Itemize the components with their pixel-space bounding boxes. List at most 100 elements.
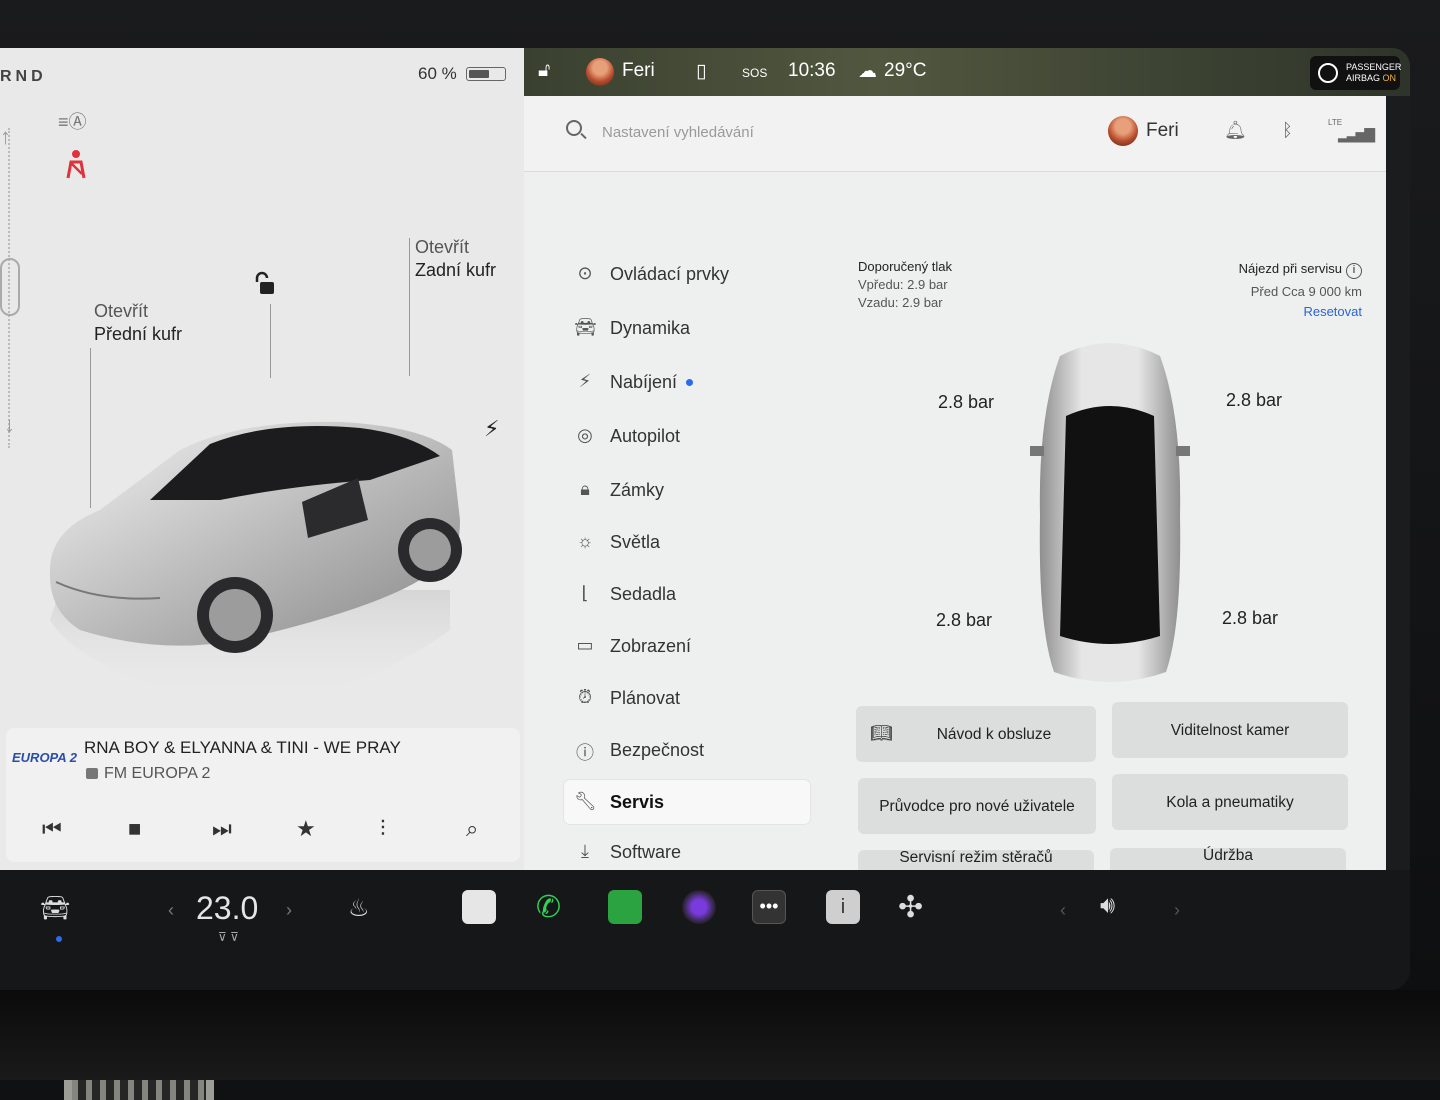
cabin-temperature[interactable]: 23.0	[196, 890, 258, 927]
unlock-icon[interactable]	[252, 270, 280, 298]
menu-item-8[interactable]: ⏰︎ Plánovat	[564, 676, 810, 720]
taskbar: 🚘︎ ‹ 23.0 › ⊽ ⊽ ♨ ✆ ••• i ✣ ‹ 🔊︎ ›	[0, 870, 1410, 990]
defrost-icon[interactable]: ⊽ ⊽	[218, 930, 239, 944]
frunk-open-button[interactable]: Otevřít Přední kufr	[94, 300, 182, 346]
front-recommended: Vpředu: 2.9 bar	[858, 277, 948, 292]
seatbelt-warning-icon	[66, 150, 86, 179]
lock-status-icon[interactable]: 🔓︎	[538, 60, 550, 82]
previous-track-icon[interactable]: ⏮	[42, 816, 62, 842]
car-3d-image	[49, 421, 462, 702]
owners-manual-button[interactable]: 📖︎ Návod k obsluze	[856, 706, 1096, 762]
airbag-line2: AIRBAG	[1346, 73, 1381, 83]
camera-visibility-button[interactable]: Viditelnost kamer	[1112, 702, 1348, 758]
volume-up-arrow[interactable]: ›	[1174, 900, 1180, 921]
menu-item-4[interactable]: 🔒︎ Zámky	[564, 468, 810, 512]
menu-item-0[interactable]: ⊙ Ovládací prvky	[564, 252, 810, 296]
menu-item-5[interactable]: ☼ Světla	[564, 520, 810, 564]
tire-pressure-front-right: 2.8 bar	[1226, 390, 1283, 410]
menu-item-3[interactable]: ◎ Autopilot	[564, 414, 810, 458]
manual-app-icon[interactable]: i	[826, 890, 860, 924]
menu-item-9[interactable]: ⓘ Bezpečnost	[564, 728, 810, 772]
signal-icon: ▂▃▅▇	[1338, 126, 1375, 142]
trunk-guide-line	[409, 238, 410, 376]
profile-name[interactable]: Feri	[1146, 120, 1179, 142]
equalizer-icon[interactable]: ⫶	[380, 816, 386, 842]
dashcam-icon[interactable]: ▯	[696, 60, 706, 83]
calendar-icon[interactable]	[462, 890, 496, 924]
charge-port-icon[interactable]: ⚡	[484, 416, 499, 442]
sos-icon[interactable]: SOS	[742, 66, 767, 80]
maintenance-button[interactable]: Údržba	[1110, 847, 1346, 870]
frunk-label: Přední kufr	[94, 324, 183, 344]
car-icon[interactable]: 🚘︎	[40, 894, 70, 923]
next-track-icon[interactable]: ⏭	[212, 816, 232, 842]
menu-item-10[interactable]: 🔧︎ Servis	[564, 780, 810, 824]
tire-pressure-front-left: 2.8 bar	[938, 392, 995, 412]
favorite-star-icon[interactable]: ★	[296, 816, 316, 842]
alarm-clock-icon: ⏰︎	[577, 687, 593, 707]
vehicle-panel: RND 60 % ↑ ↓ ≡Ⓐ Otevřít Přední kufr Otev…	[0, 48, 524, 870]
car-top-view-image	[1030, 343, 1190, 682]
temp-up-arrow[interactable]: ›	[286, 900, 292, 921]
menu-item-label: Nabíjení	[610, 372, 678, 392]
bluetooth-icon[interactable]: ᛒ	[1282, 120, 1293, 141]
media-search-icon[interactable]: ⌕	[466, 816, 478, 842]
station-name: FM EUROPA 2	[104, 765, 211, 782]
menu-item-11[interactable]: ⤓ Software	[564, 830, 810, 874]
display-icon: ▭	[576, 635, 594, 655]
gear-indicator: RND	[0, 68, 47, 85]
download-icon: ⤓	[581, 841, 589, 861]
menu-item-2[interactable]: ⚡ Nabíjení	[564, 360, 810, 404]
battery-percent: 60 %	[418, 64, 457, 83]
menu-item-label: Světla	[610, 532, 661, 552]
trunk-action: Otevřít	[415, 237, 470, 257]
airbag-icon	[1318, 63, 1338, 83]
recommended-pressure-info: Doporučený tlak Vpředu: 2.9 bar Vzadu: 2…	[858, 258, 952, 312]
toggle-icon: ⊙	[577, 263, 593, 283]
seat-heater-icon[interactable]: ♨	[348, 894, 370, 923]
menu-item-7[interactable]: ▭ Zobrazení	[564, 624, 810, 668]
more-apps-icon[interactable]: •••	[752, 890, 786, 924]
stop-icon[interactable]: ■	[128, 816, 141, 842]
volume-down-arrow[interactable]: ‹	[1060, 900, 1066, 921]
wiper-service-button[interactable]: Servisní režim stěračů	[858, 849, 1094, 870]
menu-item-label: Autopilot	[610, 426, 681, 446]
fan-icon[interactable]: ✣	[898, 890, 923, 925]
radio-icon	[86, 768, 98, 779]
cloud-icon: ☁	[858, 61, 877, 82]
lock-guide-line	[270, 304, 271, 378]
trunk-open-button[interactable]: Otevřít Zadní kufr	[415, 236, 496, 282]
airbag-state: ON	[1382, 73, 1397, 83]
status-bar: 🔓︎ Feri ▯ SOS 10:36 ☁ 29°C PASSENGER AIR…	[524, 48, 1410, 96]
new-user-guide-button[interactable]: Průvodce pro nové uživatele	[858, 778, 1096, 834]
menu-item-label: Servis	[610, 792, 665, 812]
trunk-label: Zadní kufr	[415, 260, 497, 280]
status-avatar[interactable]	[586, 58, 614, 86]
passenger-airbag-indicator: PASSENGER AIRBAG ON	[1310, 56, 1401, 90]
temp-down-arrow[interactable]: ‹	[168, 900, 174, 921]
clock: 10:36	[788, 60, 836, 81]
service-mileage-info: Nájezd při servisu i Před Cca 9 000 km Re…	[1164, 260, 1362, 321]
speaker-icon[interactable]: 🔊︎	[1100, 892, 1115, 920]
reset-link[interactable]: Resetovat	[1164, 303, 1362, 321]
user-avatar[interactable]	[1108, 116, 1138, 146]
settings-search-input[interactable]	[602, 120, 902, 144]
charging-dot	[686, 379, 693, 386]
phone-icon[interactable]: ✆	[536, 890, 561, 925]
console-stand	[0, 990, 1440, 1080]
camera-app-icon[interactable]	[682, 890, 716, 924]
info-icon[interactable]: i	[1346, 263, 1362, 279]
alert-circle-icon: ⓘ	[576, 743, 594, 763]
menu-item-label: Sedadla	[610, 584, 677, 604]
menu-item-6[interactable]: ⌊ Sedadla	[564, 572, 810, 616]
service-value: Před Cca 9 000 km	[1250, 284, 1362, 299]
bolt-icon: ⚡	[578, 371, 592, 391]
lock-icon: 🔒︎	[580, 479, 590, 499]
arrow-down-icon: ↓	[4, 412, 15, 437]
status-user-name[interactable]: Feri	[622, 60, 655, 82]
energy-app-icon[interactable]	[608, 890, 642, 924]
touchscreen: RND 60 % ↑ ↓ ≡Ⓐ Otevřít Přední kufr Otev…	[0, 48, 1410, 990]
bell-icon[interactable]: 🔔︎	[1224, 120, 1247, 141]
wheels-tires-button[interactable]: Kola a pneumatiky	[1112, 774, 1348, 830]
menu-item-1[interactable]: 🚘︎ Dynamika	[564, 306, 810, 350]
